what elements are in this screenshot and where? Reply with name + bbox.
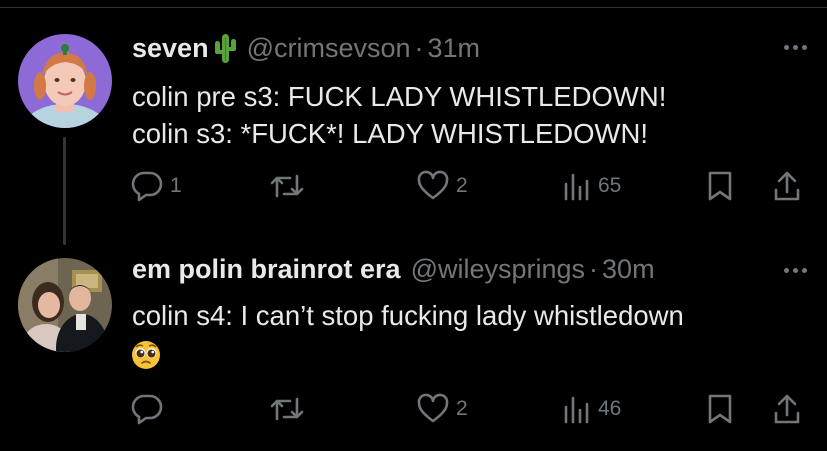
avatar[interactable] [18, 34, 112, 128]
reply-icon [131, 171, 163, 202]
separator-dot: · [414, 32, 424, 63]
tweet-header: seven @crimsevson · 31m [132, 32, 480, 64]
views-button[interactable]: 46 [562, 393, 621, 425]
more-options-icon[interactable] [784, 268, 807, 273]
tweet-text-line: colin s4: I can’t stop fucking lady whis… [132, 300, 684, 331]
action-bar: 1 2 65 [130, 170, 810, 206]
tweet-header: em polin brainrot era @wileysprings · 30… [132, 254, 655, 285]
bookmark-icon [708, 394, 732, 424]
timestamp[interactable]: 31m [428, 33, 481, 64]
display-name[interactable]: seven [132, 33, 209, 64]
user-handle[interactable]: @crimsevson [247, 33, 411, 64]
thread-connector-line [63, 137, 66, 245]
user-handle[interactable]: @wileysprings [411, 254, 585, 285]
like-count: 2 [456, 397, 468, 420]
repost-button[interactable] [268, 393, 312, 425]
top-divider [0, 7, 827, 8]
repost-button[interactable] [268, 170, 312, 202]
bookmark-button[interactable] [706, 393, 734, 425]
views-chart-icon [564, 173, 589, 201]
tweet-text: colin s4: I can’t stop fucking lady whis… [132, 297, 684, 334]
heart-icon [417, 393, 449, 423]
tweet-text: colin pre s3: FUCK LADY WHISTLEDOWN! col… [132, 78, 666, 152]
reply-button[interactable] [130, 393, 170, 425]
more-options-icon[interactable] [784, 45, 807, 50]
separator-dot: · [589, 254, 599, 284]
repost-icon [270, 174, 304, 198]
display-name[interactable]: em polin brainrot era [132, 254, 401, 285]
share-icon [774, 394, 800, 424]
avatar[interactable] [18, 258, 112, 352]
like-button[interactable]: 2 [416, 393, 468, 425]
pleading-face-emoji [131, 340, 161, 375]
share-button[interactable] [772, 170, 802, 202]
action-bar: 2 46 [130, 393, 810, 429]
reply-count: 1 [170, 174, 182, 197]
views-chart-icon [564, 396, 589, 424]
reply-icon [131, 394, 163, 425]
cactus-icon [213, 32, 237, 64]
tweet-text-line: colin pre s3: FUCK LADY WHISTLEDOWN! [132, 81, 667, 112]
share-icon [774, 171, 800, 201]
like-count: 2 [456, 174, 468, 197]
view-count: 65 [598, 174, 622, 197]
timestamp[interactable]: 30m [602, 254, 655, 285]
heart-icon [417, 170, 449, 200]
repost-icon [270, 397, 304, 421]
bookmark-button[interactable] [706, 170, 734, 202]
view-count: 46 [598, 397, 622, 420]
reply-button[interactable]: 1 [130, 170, 182, 202]
like-button[interactable]: 2 [416, 170, 468, 202]
tweet-text-line: colin s3: *FUCK*! LADY WHISTLEDOWN! [132, 118, 648, 149]
share-button[interactable] [772, 393, 802, 425]
views-button[interactable]: 65 [562, 170, 621, 202]
bookmark-icon [708, 171, 732, 201]
